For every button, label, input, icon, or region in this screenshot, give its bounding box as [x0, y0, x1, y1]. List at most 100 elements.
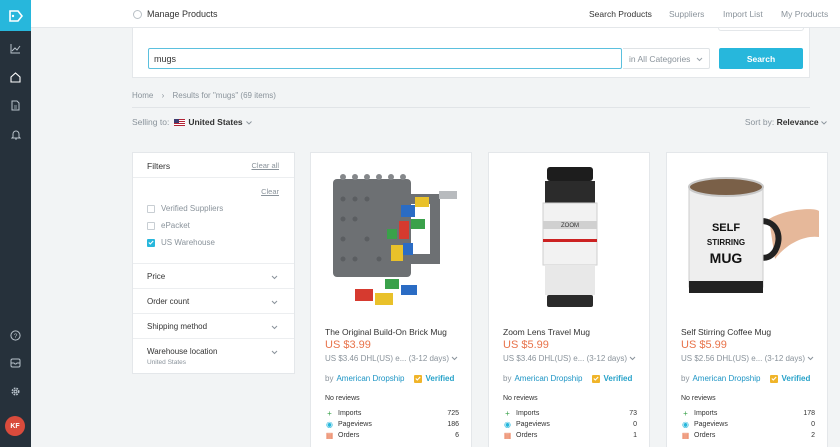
stat-value: 0 [633, 421, 637, 428]
chevron-down-icon [271, 322, 278, 332]
chevron-down-icon [821, 117, 827, 127]
checkbox-epacket[interactable]: ePacket [147, 221, 190, 230]
inbox-icon[interactable] [0, 353, 31, 373]
user-avatar[interactable]: KF [5, 416, 25, 436]
checkbox-us-warehouse[interactable]: US Warehouse [147, 238, 215, 247]
product-image-brick-mug[interactable] [319, 159, 463, 319]
svg-text:ZOOM: ZOOM [561, 223, 579, 229]
chevron-down-icon [245, 117, 252, 127]
dropdown-peek [718, 27, 804, 31]
stat-label: Pageviews [516, 421, 550, 428]
reviews-text: No reviews [503, 395, 538, 402]
product-name[interactable]: Self Stirring Coffee Mug [681, 327, 771, 337]
stat-value: 6 [455, 432, 459, 439]
filter-sub-value: United States [147, 359, 187, 366]
svg-text:SELF: SELF [712, 222, 740, 234]
search-button[interactable]: Search [719, 48, 803, 69]
orders-chart-icon: ▦ [503, 431, 512, 440]
filters-panel: Filters Clear all Clear Verified Supplie… [132, 152, 295, 374]
by-label: by [503, 374, 512, 383]
svg-text:?: ? [14, 333, 18, 340]
stat-value: 0 [811, 421, 815, 428]
product-name[interactable]: Zoom Lens Travel Mug [503, 327, 590, 337]
checkbox-box[interactable] [147, 204, 155, 213]
home-icon[interactable] [0, 67, 31, 87]
nav-my-products[interactable]: My Products [781, 9, 828, 19]
shipping-text: US $3.46 DHL(US) e... (3-12 days) [325, 354, 450, 363]
filter-shipping-method[interactable]: Shipping method [133, 314, 294, 339]
checkbox-verified-suppliers[interactable]: Verified Suppliers [147, 204, 223, 213]
shipping-info[interactable]: US $2.56 DHL(US) e... (3-12 days) [681, 354, 814, 363]
divider [132, 107, 810, 108]
checkbox-box[interactable] [147, 221, 155, 230]
chevron-down-icon [807, 356, 814, 361]
help-icon[interactable]: ? [0, 325, 31, 345]
clear-all-link[interactable]: Clear all [251, 161, 279, 170]
left-rail: ? KF [0, 0, 31, 447]
stat-label: Pageviews [338, 421, 372, 428]
category-select[interactable]: in All Categories [623, 48, 710, 69]
app-logo-icon[interactable] [0, 0, 31, 31]
product-card[interactable]: The Original Build-On Brick Mug US $3.99… [310, 152, 472, 447]
supplier-line: by American Dropship Verified [503, 374, 632, 383]
checkbox-box-checked[interactable] [147, 238, 155, 247]
filter-label: Shipping method [147, 322, 208, 331]
eye-icon: ◉ [326, 420, 333, 429]
shipping-info[interactable]: US $3.46 DHL(US) e... (3-12 days) [503, 354, 636, 363]
supplier-link[interactable]: American Dropship [514, 374, 582, 383]
stat-pageviews: ◉ Pageviews 0 [503, 420, 637, 429]
verified-label: Verified [425, 374, 455, 383]
verified-check-icon [414, 374, 423, 383]
nav-suppliers[interactable]: Suppliers [669, 9, 704, 19]
breadcrumb-home[interactable]: Home [132, 91, 153, 100]
sort-by-label: Sort by: [744, 117, 775, 127]
shipping-text: US $3.46 DHL(US) e... (3-12 days) [503, 354, 628, 363]
sort-by[interactable]: Sort by: Relevance [745, 117, 827, 127]
product-image-stirring-mug[interactable]: SELF STIRRING MUG [675, 159, 819, 319]
filter-label: Order count [147, 297, 190, 306]
stat-label: Imports [338, 410, 362, 417]
checkbox-label: Verified Suppliers [161, 204, 224, 213]
filter-order-count[interactable]: Order count [133, 289, 294, 314]
stat-value: 73 [629, 410, 637, 417]
by-label: by [681, 374, 690, 383]
document-icon[interactable] [0, 95, 31, 115]
shipping-info[interactable]: US $3.46 DHL(US) e... (3-12 days) [325, 354, 458, 363]
search-input[interactable] [148, 48, 622, 69]
supplier-link[interactable]: American Dropship [692, 374, 760, 383]
filter-warehouse-location[interactable]: Warehouse location United States [133, 339, 294, 372]
supplier-line: by American Dropship Verified [325, 374, 454, 383]
svg-text:MUG: MUG [710, 250, 743, 266]
verified-check-icon [770, 374, 779, 383]
product-card[interactable]: SELF STIRRING MUG Self Stirring Coffee M… [666, 152, 828, 447]
stat-value: 2 [811, 432, 815, 439]
filters-title: Filters [147, 161, 171, 171]
stat-value: 178 [803, 410, 815, 417]
selling-to[interactable]: Selling to: United States [132, 117, 252, 127]
svg-text:STIRRING: STIRRING [707, 238, 745, 247]
breadcrumb: Home › Results for "mugs" (69 items) [132, 91, 282, 100]
verified-badge: Verified [770, 374, 810, 383]
checkbox-label: ePacket [161, 221, 190, 230]
stat-value: 186 [447, 421, 459, 428]
product-image-lens-mug[interactable]: ZOOM [497, 159, 641, 319]
analytics-icon[interactable] [0, 39, 31, 59]
supplier-link[interactable]: American Dropship [336, 374, 404, 383]
filter-price[interactable]: Price [133, 264, 294, 289]
category-select-label: in All Categories [629, 53, 691, 64]
page-title: Manage Products [147, 9, 218, 19]
chevron-down-icon [696, 54, 703, 64]
nav-import-list[interactable]: Import List [723, 9, 763, 19]
chevron-down-icon [271, 347, 278, 357]
verified-badge: Verified [592, 374, 632, 383]
stat-label: Orders [694, 432, 716, 439]
settings-gear-icon[interactable] [0, 381, 31, 401]
nav-search-products[interactable]: Search Products [589, 9, 652, 19]
selling-to-country: United States [188, 117, 243, 127]
plus-icon: + [505, 409, 510, 418]
product-name[interactable]: The Original Build-On Brick Mug [325, 327, 447, 337]
product-price: US $3.99 [325, 339, 371, 351]
clear-link[interactable]: Clear [261, 187, 279, 196]
product-card[interactable]: ZOOM Zoom Lens Travel Mug US $5.99 US $3… [488, 152, 650, 447]
notification-bell-icon[interactable] [0, 124, 31, 144]
